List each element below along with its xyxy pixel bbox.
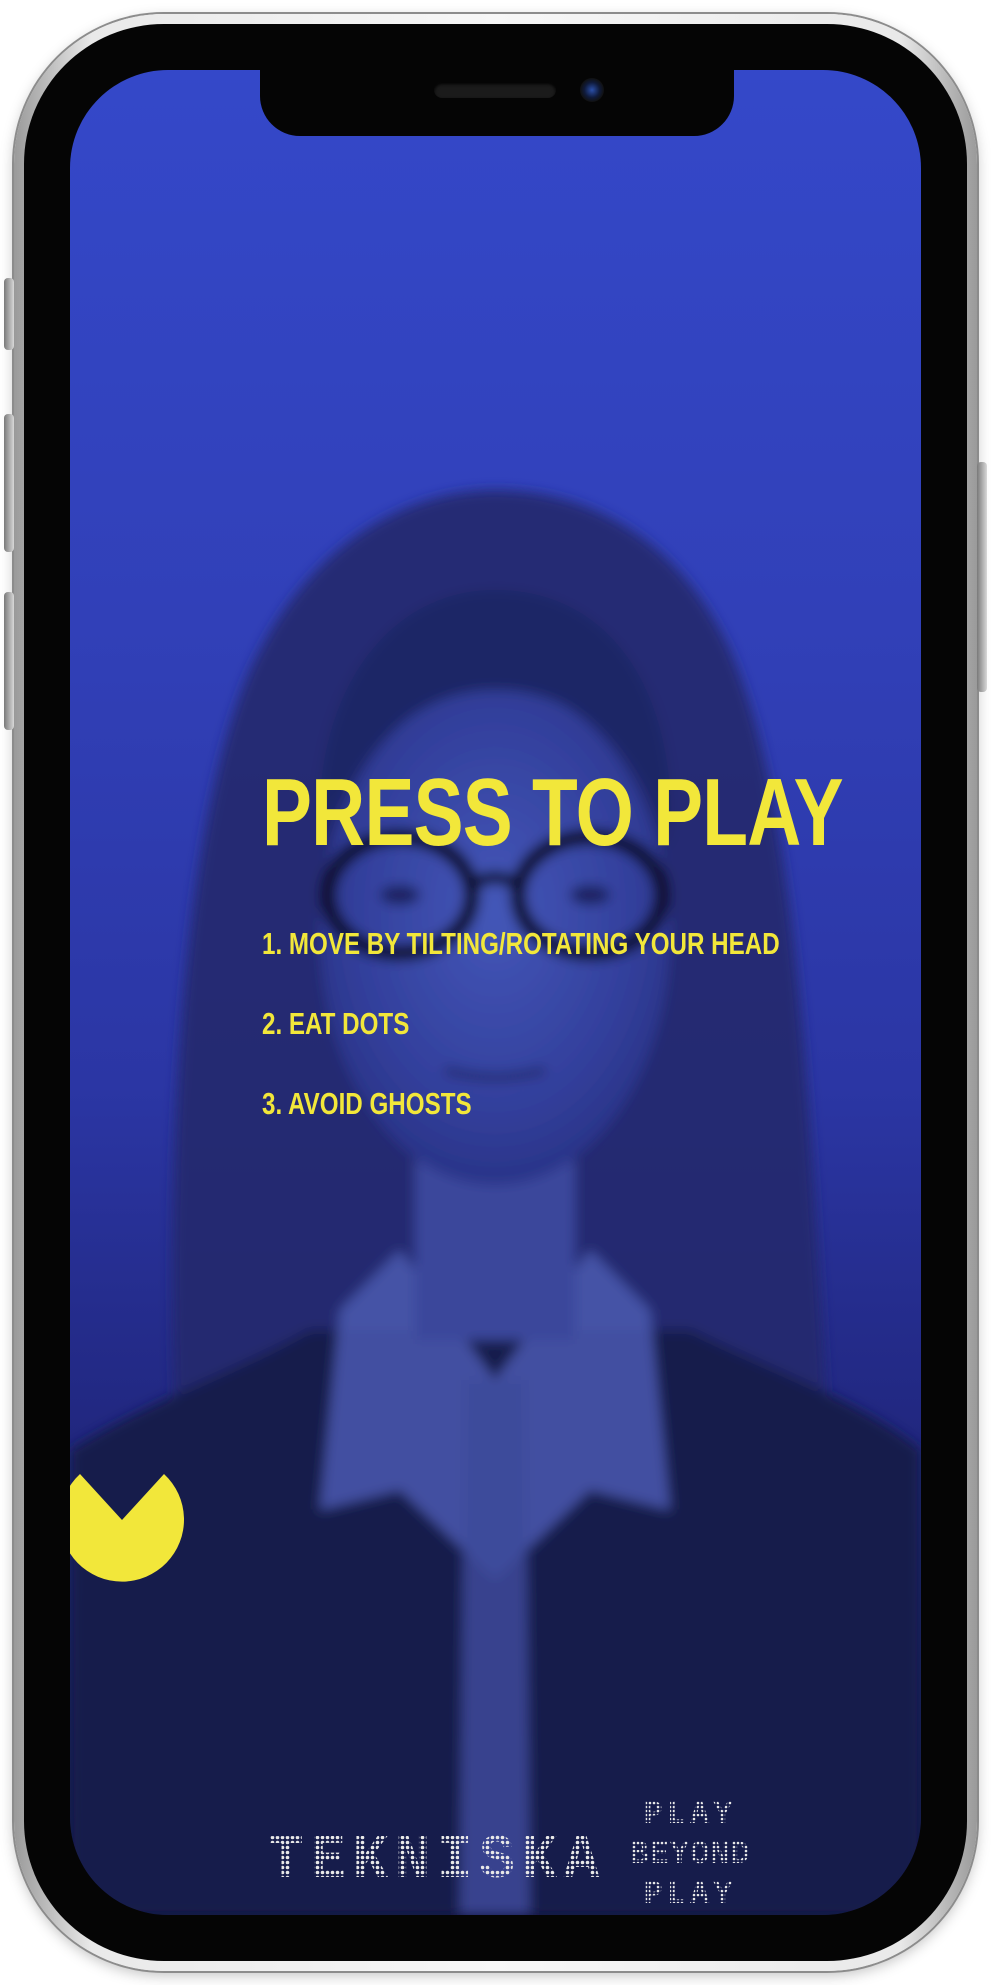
logo-wordmark: TEKNISKA	[268, 1825, 606, 1896]
earpiece-speaker	[434, 82, 556, 98]
volume-down-button	[4, 592, 14, 730]
silent-switch	[4, 278, 14, 350]
tagline-line-2: BEYOND	[629, 1836, 750, 1873]
press-to-play-title[interactable]: PRESS TO PLAY	[262, 758, 844, 868]
notch	[260, 70, 734, 136]
tekniska-logo: TEKNISKA PLAY BEYOND PLAY	[268, 1796, 750, 1905]
front-camera-lens	[580, 78, 604, 102]
pacman-icon	[70, 1474, 184, 1582]
power-button	[977, 462, 987, 692]
tagline-line-3: PLAY	[644, 1876, 737, 1905]
instruction-avoid-ghosts: 3. AVOID GHOSTS	[262, 1086, 472, 1121]
instruction-move: 1. MOVE BY TILTING/ROTATING YOUR HEAD	[262, 926, 780, 961]
instruction-eat-dots: 2. EAT DOTS	[262, 1006, 410, 1041]
volume-up-button	[4, 414, 14, 552]
game-screen[interactable]: PRESS TO PLAY 1. MOVE BY TILTING/ROTATIN…	[70, 70, 921, 1915]
tagline-line-1: PLAY	[644, 1796, 737, 1833]
camera-feed	[70, 490, 921, 1915]
